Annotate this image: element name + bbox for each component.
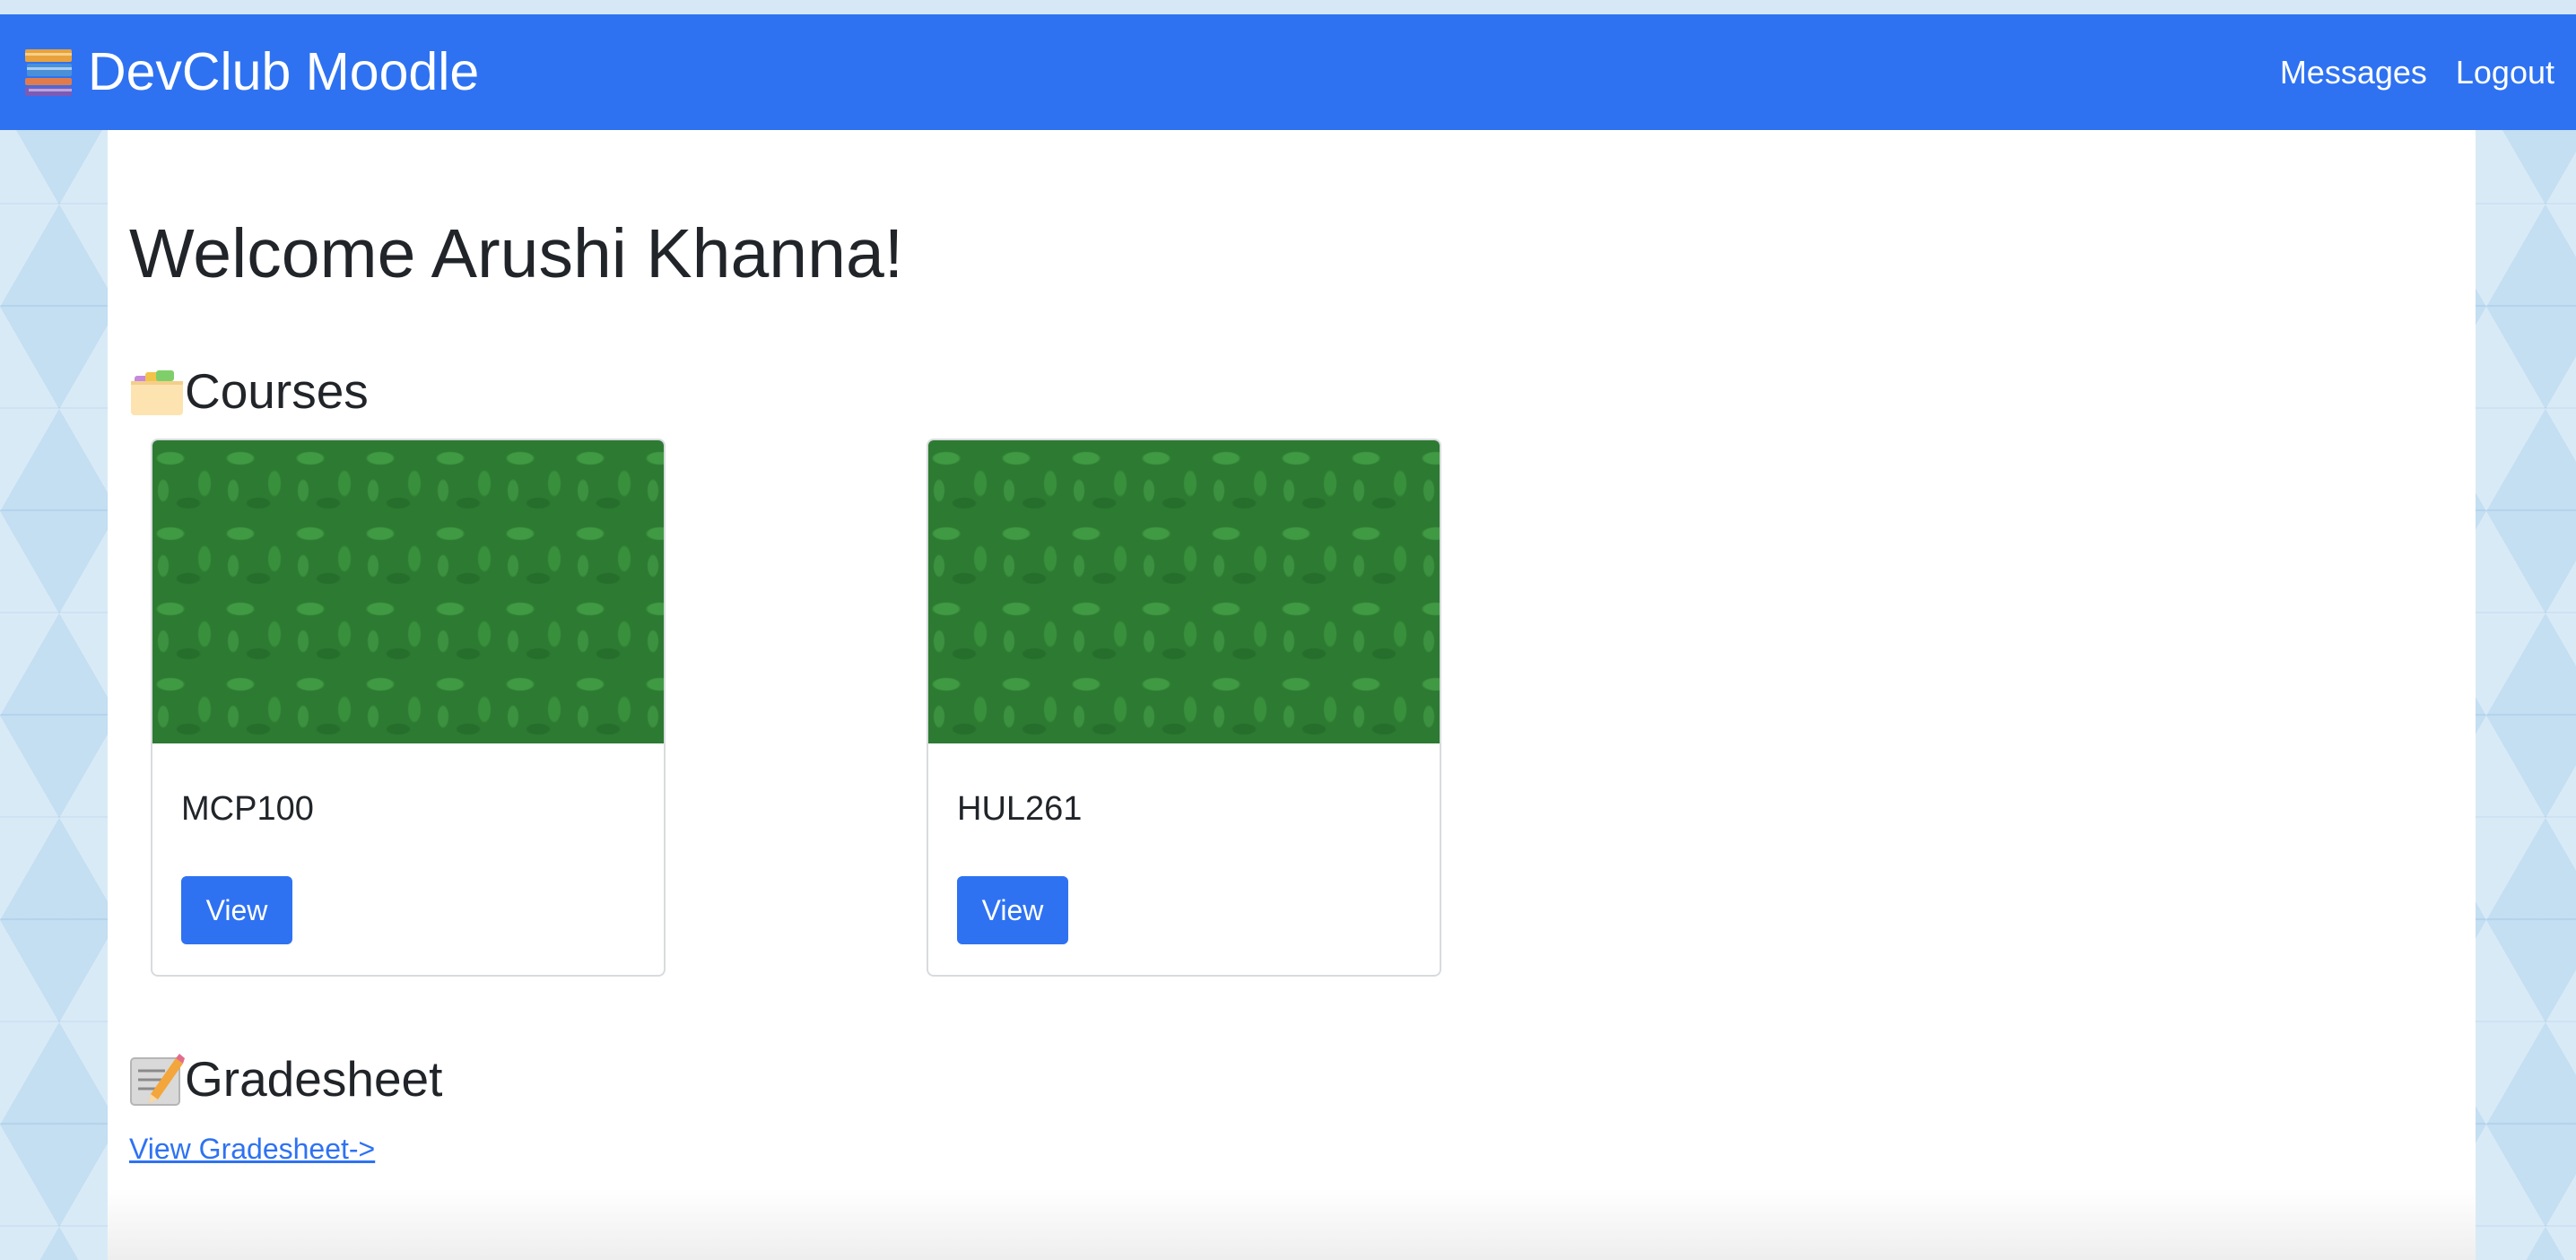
card-index-dividers-icon — [129, 363, 185, 419]
gradesheet-heading: Gradesheet — [129, 1051, 442, 1107]
nav-links: Messages Logout — [2251, 54, 2554, 91]
course-card-title: HUL261 — [957, 790, 1083, 828]
welcome-heading: Welcome Arushi Khanna! — [129, 215, 904, 292]
nav-messages-link[interactable]: Messages — [2280, 54, 2427, 91]
books-icon — [22, 46, 75, 100]
brand-title: DevClub Moodle — [88, 42, 480, 101]
course-card: HUL261 View — [927, 439, 1441, 977]
memo-icon — [129, 1051, 185, 1107]
view-course-button[interactable]: View — [957, 876, 1068, 944]
view-gradesheet-link[interactable]: View Gradesheet-> — [129, 1133, 375, 1166]
course-card-image — [928, 440, 1440, 743]
nav-logout-link[interactable]: Logout — [2456, 54, 2554, 91]
course-card-image — [152, 440, 664, 743]
brand[interactable]: DevClub Moodle — [22, 46, 479, 100]
window-top-strip — [0, 0, 2576, 14]
main-content: Welcome Arushi Khanna! Courses MCP100 Vi… — [108, 130, 2476, 1260]
courses-heading: Courses — [129, 363, 369, 419]
gradesheet-title: Gradesheet — [185, 1050, 443, 1107]
courses-title: Courses — [185, 362, 369, 419]
course-card: MCP100 View — [151, 439, 666, 977]
course-card-title: MCP100 — [181, 790, 314, 828]
navbar: DevClub Moodle Messages Logout — [0, 14, 2576, 130]
view-course-button[interactable]: View — [181, 876, 292, 944]
